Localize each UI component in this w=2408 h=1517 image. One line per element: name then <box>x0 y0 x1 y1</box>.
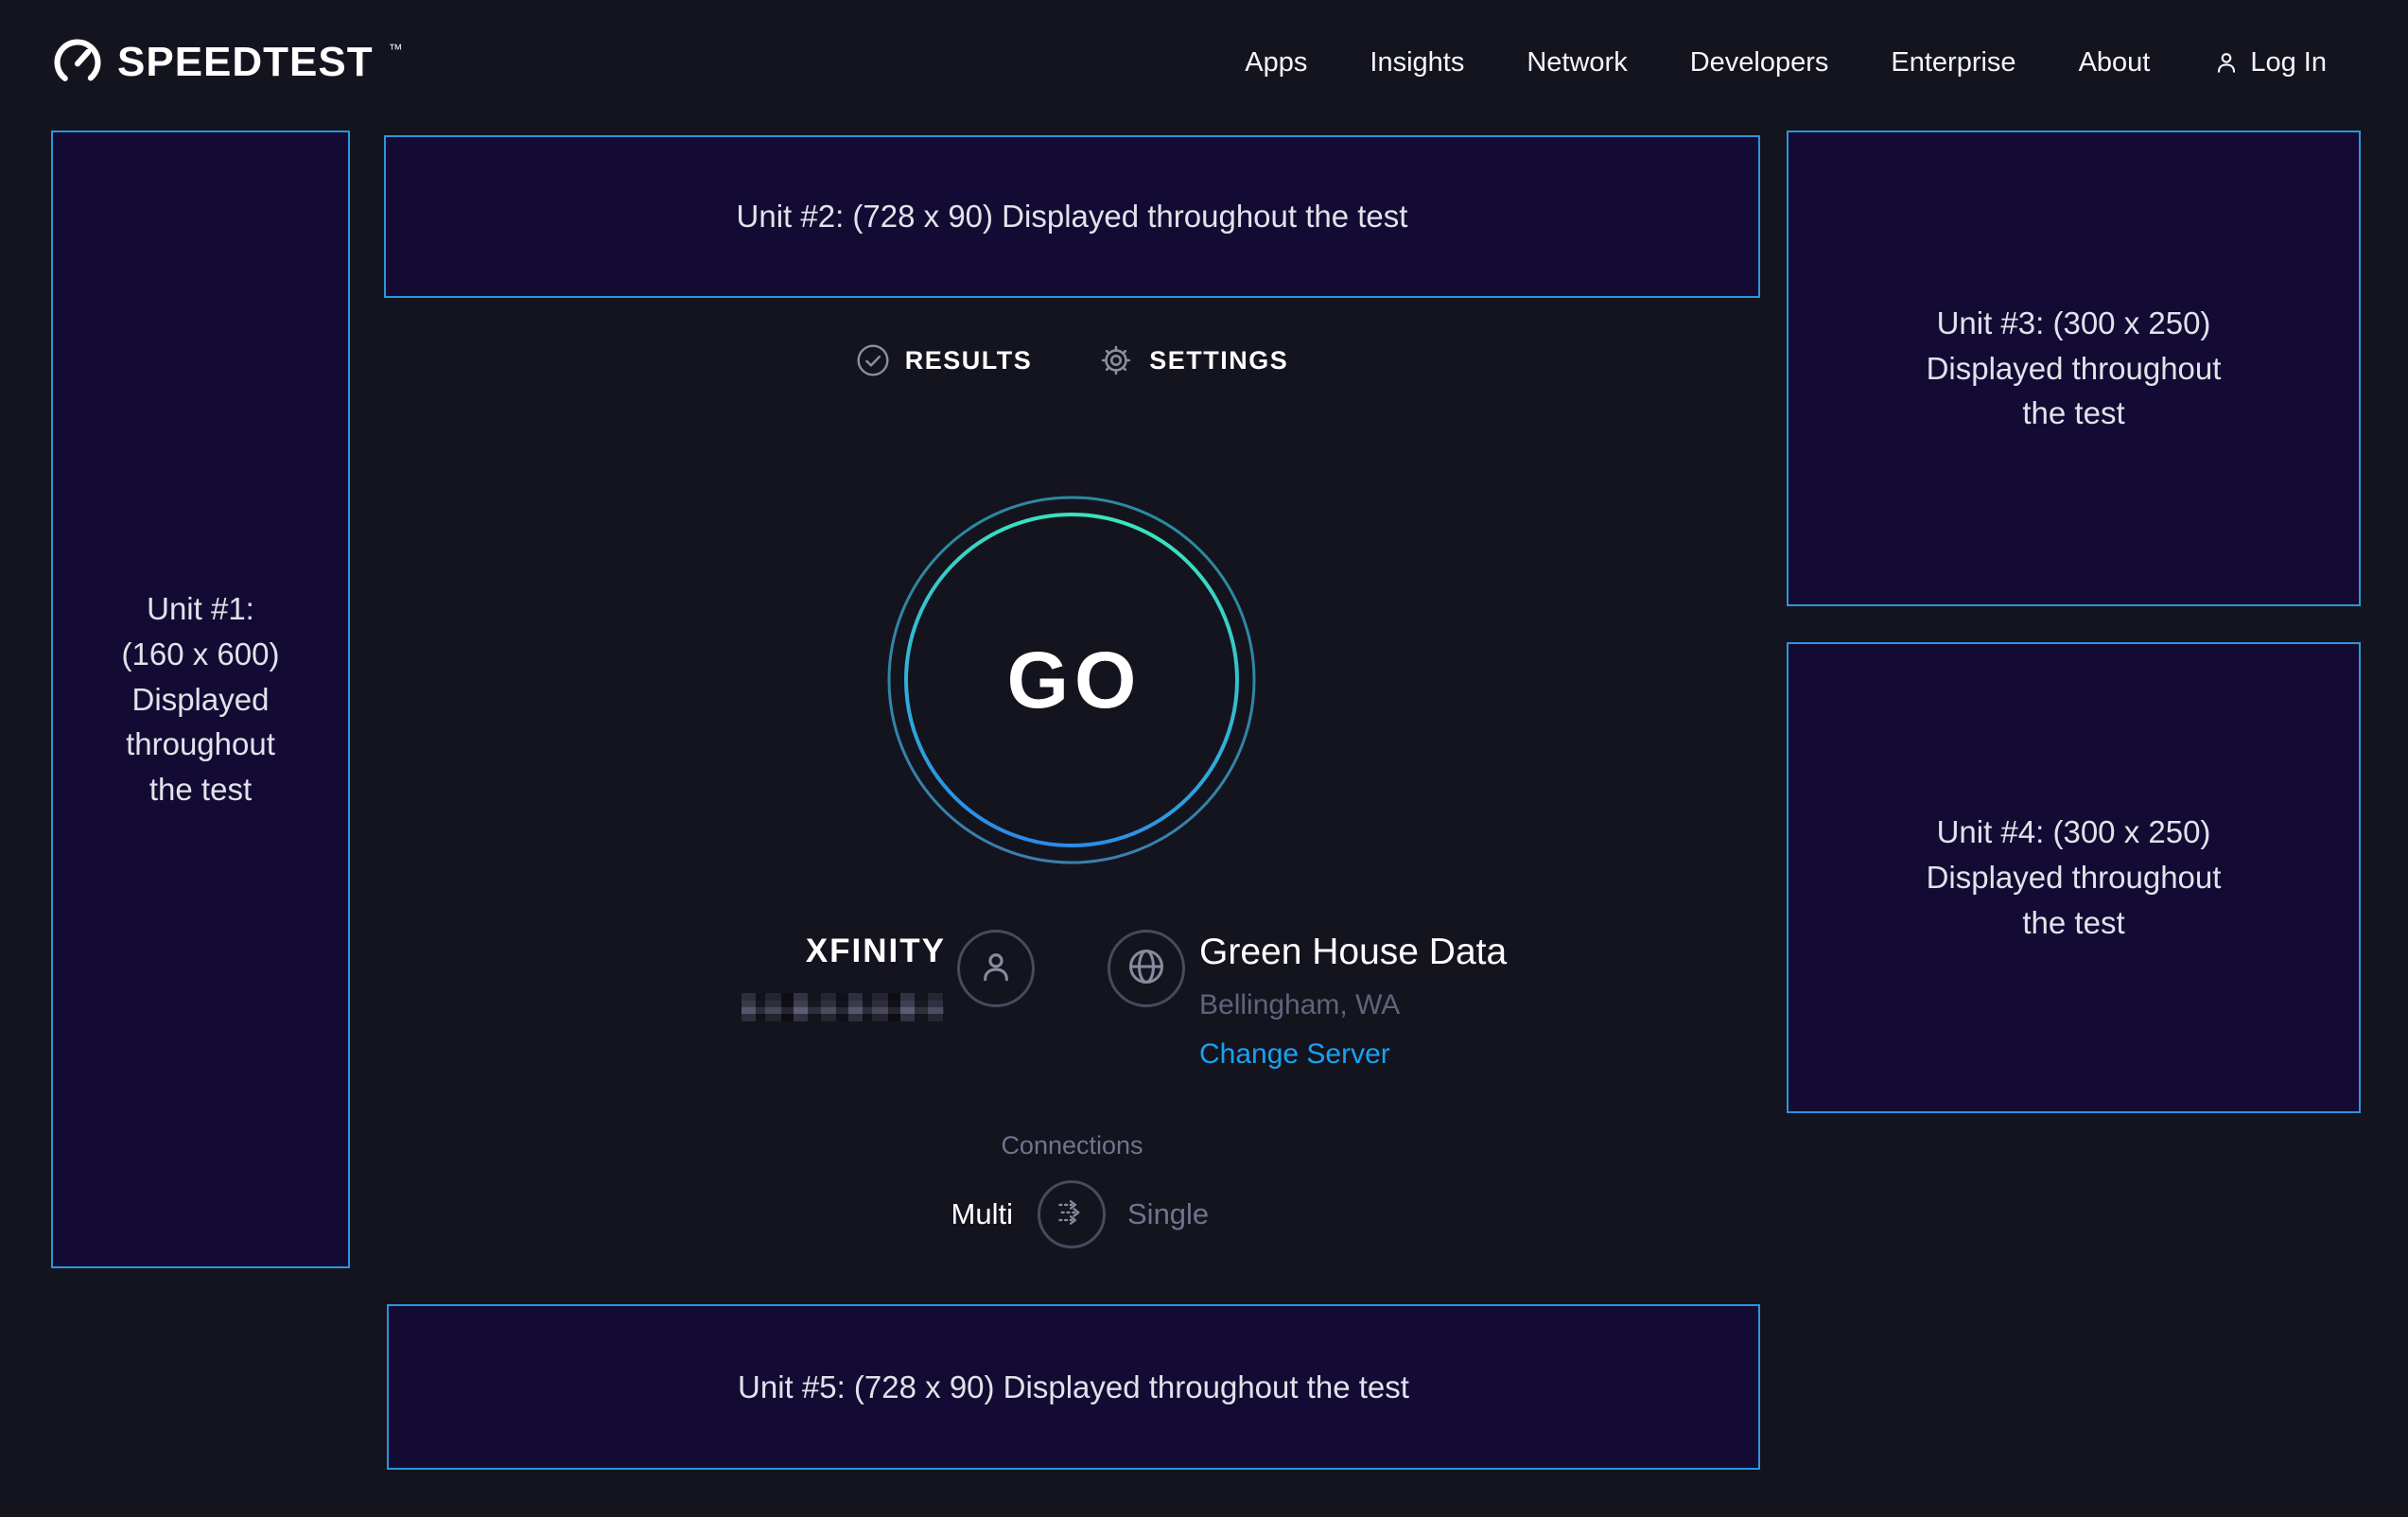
nav-item-developers[interactable]: Developers <box>1690 47 1829 78</box>
speedometer-gauge-icon <box>51 36 104 89</box>
isp-badge[interactable] <box>957 930 1035 1007</box>
tab-results[interactable]: RESULTS <box>856 343 1033 377</box>
brand-name: SPEEDTEST <box>117 39 374 86</box>
nav-item-about[interactable]: About <box>2079 47 2151 78</box>
speedtest-page: SPEEDTEST ™ Apps Insights Network Develo… <box>0 0 2408 1517</box>
user-icon <box>975 946 1017 992</box>
server-name: Green House Data <box>1199 932 1507 973</box>
ad-unit-4-label: Unit #4: (300 x 250) Displayed throughou… <box>1927 810 2222 946</box>
go-button[interactable]: GO <box>886 495 1257 865</box>
multi-connections-arrows-icon <box>1050 1191 1093 1239</box>
ad-unit-3-300x250[interactable]: Unit #3: (300 x 250) Displayed throughou… <box>1787 131 2361 606</box>
ad-unit-2-728x90[interactable]: Unit #2: (728 x 90) Displayed throughout… <box>384 135 1760 298</box>
check-circle-icon <box>856 343 890 377</box>
nav-item-insights[interactable]: Insights <box>1370 47 1464 78</box>
login-label: Log In <box>2250 47 2327 78</box>
globe-icon <box>1125 945 1168 993</box>
connections-label: Connections <box>384 1131 1760 1160</box>
tab-settings-label: SETTINGS <box>1149 346 1288 375</box>
login-button[interactable]: Log In <box>2212 47 2327 78</box>
nav-item-network[interactable]: Network <box>1527 47 1627 78</box>
connections-multi-option[interactable]: Multi <box>857 1197 1013 1231</box>
brand-trademark: ™ <box>389 42 403 58</box>
ad-unit-1-160x600[interactable]: Unit #1: (160 x 600) Displayed throughou… <box>51 131 350 1268</box>
ad-unit-3-label: Unit #3: (300 x 250) Displayed throughou… <box>1927 301 2222 437</box>
nav-item-apps[interactable]: Apps <box>1245 47 1307 78</box>
isp-name: XFINITY <box>747 933 946 970</box>
nav-item-enterprise[interactable]: Enterprise <box>1891 47 2015 78</box>
isp-ip-redacted <box>742 993 944 1021</box>
nav-links: Apps Insights Network Developers Enterpr… <box>1245 47 2327 78</box>
connections-toggle[interactable] <box>1038 1180 1106 1248</box>
tabs-row: RESULTS SETTINGS <box>384 342 1760 378</box>
ad-unit-5-label: Unit #5: (728 x 90) Displayed throughout… <box>738 1365 1409 1410</box>
ad-unit-4-300x250[interactable]: Unit #4: (300 x 250) Displayed throughou… <box>1787 642 2361 1113</box>
server-location: Bellingham, WA <box>1199 989 1400 1021</box>
connections-single-option[interactable]: Single <box>1127 1197 1209 1231</box>
gear-icon <box>1098 342 1134 378</box>
tab-settings[interactable]: SETTINGS <box>1098 342 1288 378</box>
server-badge[interactable] <box>1108 930 1185 1007</box>
ad-unit-2-label: Unit #2: (728 x 90) Displayed throughout… <box>737 194 1408 239</box>
ad-unit-1-label: Unit #1: (160 x 600) Displayed throughou… <box>122 586 280 812</box>
speedtest-logo[interactable]: SPEEDTEST ™ <box>51 36 401 89</box>
change-server-link[interactable]: Change Server <box>1199 1038 1390 1071</box>
top-navbar: SPEEDTEST ™ Apps Insights Network Develo… <box>0 0 2408 125</box>
user-icon <box>2212 48 2241 77</box>
go-button-label: GO <box>886 495 1257 865</box>
ad-unit-5-728x90[interactable]: Unit #5: (728 x 90) Displayed throughout… <box>387 1304 1760 1470</box>
tab-results-label: RESULTS <box>905 346 1033 375</box>
